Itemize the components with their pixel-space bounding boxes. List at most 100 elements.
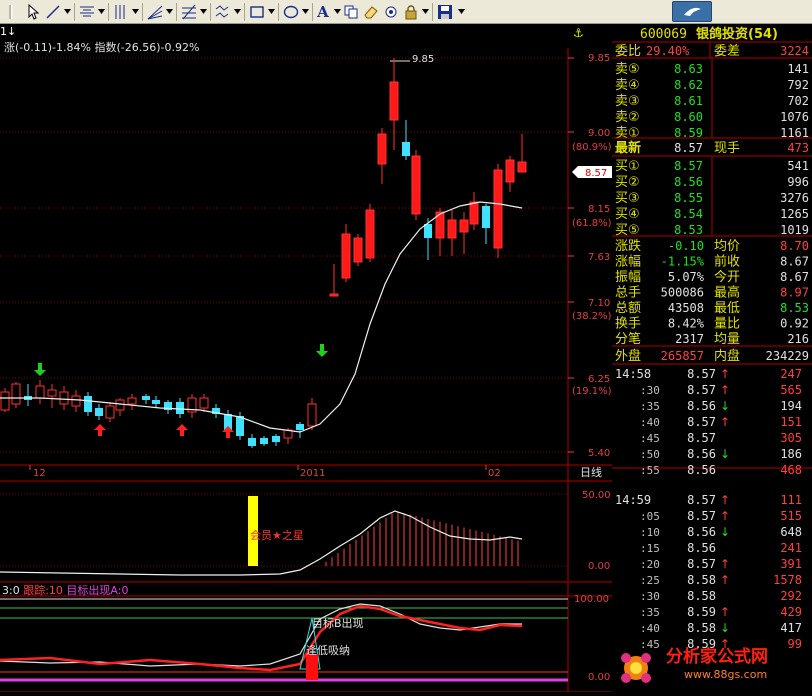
candle-body xyxy=(341,233,351,279)
pct-axis-label: (19.1%) xyxy=(572,386,612,397)
down-arrow-icon: ↓ xyxy=(720,447,730,461)
tick-price: 8.56 xyxy=(687,399,716,413)
price-axis-label: 7.63 xyxy=(588,252,610,263)
tick-price: 8.59 xyxy=(687,605,716,619)
candle-body xyxy=(424,224,432,238)
eraser-icon[interactable] xyxy=(362,3,380,20)
tick-price: 8.57 xyxy=(687,509,716,523)
tick-volume: 429 xyxy=(780,605,802,619)
book-price: 8.55 xyxy=(674,191,703,205)
ratio-value: 29.40% xyxy=(646,44,690,58)
up-arrow-icon: ↑ xyxy=(720,367,730,381)
indicator1-panel: 50.00 0.00 会员★之星 xyxy=(0,490,611,576)
candle-body xyxy=(402,142,410,156)
stat-value: 2317 xyxy=(675,332,704,346)
tick-price: 8.57 xyxy=(687,431,716,445)
stat-label: 总手 xyxy=(615,286,641,301)
tick-price: 8.58 xyxy=(687,573,716,587)
book-level-label: 卖④ xyxy=(615,78,640,93)
indicator1-axis-label: 0.00 xyxy=(588,561,610,572)
dropdown-icon[interactable] xyxy=(62,3,72,20)
period-label[interactable]: 日线 xyxy=(580,465,602,479)
book-volume: 3276 xyxy=(780,191,809,205)
tick-volume: 186 xyxy=(780,447,802,461)
pct-axis-label: (61.8%) xyxy=(572,218,612,229)
tick-volume: 111 xyxy=(780,493,802,507)
candle-body xyxy=(105,405,115,419)
tick-time: :10 xyxy=(640,526,660,539)
stat-label: 振幅 xyxy=(615,270,641,285)
candle-body xyxy=(115,399,125,411)
latest-label: 最新 xyxy=(615,140,641,156)
chart-area[interactable]: 1↓ 涨(-0.11)-1.84% 指数(-26.56)-0.92% ⚓ 9.8… xyxy=(0,24,612,693)
candle-body xyxy=(459,219,469,233)
book-price: 8.56 xyxy=(674,175,703,189)
book-volume: 1076 xyxy=(780,110,809,124)
settings-icon[interactable] xyxy=(382,3,400,20)
save-icon[interactable] xyxy=(436,3,454,20)
stat-value: 216 xyxy=(787,332,809,346)
candle-body xyxy=(142,396,150,400)
tick-volume: 151 xyxy=(780,415,802,429)
tick-time: :55 xyxy=(640,464,660,477)
candle-body xyxy=(0,391,10,411)
up-arrow-icon: ↑ xyxy=(720,605,730,619)
dropdown-icon[interactable] xyxy=(420,3,430,20)
vertical-lines-icon[interactable] xyxy=(112,3,130,20)
text-tool-icon[interactable]: A xyxy=(314,3,332,21)
indicator2-axis-label: 100.00 xyxy=(574,594,609,605)
tick-volume: 391 xyxy=(780,557,802,571)
tick-price: 8.57 xyxy=(687,367,716,381)
candle-body xyxy=(176,402,184,414)
stat-value: 5.07% xyxy=(668,270,705,284)
dropdown-icon[interactable] xyxy=(266,3,276,20)
app-logo-button[interactable] xyxy=(672,1,712,22)
quote-panel: 600069 银鸽投资(54) 委比 29.40% 委差 3224 卖⑤ 8.63… xyxy=(612,24,812,692)
stat-label: 均价 xyxy=(714,239,740,254)
pct-axis-label: (80.9%) xyxy=(572,142,612,153)
fan-lines-icon[interactable] xyxy=(146,3,164,20)
hand-label: 现手 xyxy=(714,141,740,156)
copy-icon[interactable] xyxy=(342,3,360,20)
wave-tool-icon[interactable] xyxy=(214,3,232,20)
price-axis-label: 5.40 xyxy=(588,448,610,459)
up-arrow-icon: ↑ xyxy=(720,493,730,507)
dropdown-icon[interactable] xyxy=(456,3,466,20)
candle-body xyxy=(447,219,457,239)
outer-label: 外盘 xyxy=(615,348,641,364)
line-tool-icon[interactable] xyxy=(44,3,62,20)
candle-body xyxy=(71,395,81,407)
book-price: 8.53 xyxy=(674,223,703,237)
rectangle-icon[interactable] xyxy=(248,3,266,20)
dropdown-icon[interactable] xyxy=(198,3,208,20)
price-axis-label: 6.25 xyxy=(588,374,610,385)
parallel-lines-icon[interactable] xyxy=(78,3,96,20)
anchor-icon[interactable]: ⚓ xyxy=(573,26,584,40)
dropdown-icon[interactable] xyxy=(232,3,242,20)
candle-body xyxy=(389,81,399,121)
dropdown-icon[interactable] xyxy=(164,3,174,20)
candle-body xyxy=(353,237,363,263)
stat-value: 500086 xyxy=(661,286,704,300)
stat-label: 均量 xyxy=(714,332,740,347)
diff-label: 委差 xyxy=(714,44,740,59)
tick-volume: 194 xyxy=(780,399,802,413)
grid-lines-icon[interactable] xyxy=(180,3,198,20)
sell-arrow-icon xyxy=(316,344,328,357)
candle-body xyxy=(47,389,57,397)
dropdown-icon[interactable] xyxy=(130,3,140,20)
candle-body xyxy=(307,403,317,427)
tick-volume: 247 xyxy=(780,367,802,381)
ellipse-icon[interactable] xyxy=(282,3,300,20)
dropdown-icon[interactable] xyxy=(96,3,106,20)
candle-body xyxy=(469,201,479,225)
book-level-label: 买① xyxy=(615,159,640,174)
down-arrow-icon: ↓ xyxy=(720,399,730,413)
tick-volume: 241 xyxy=(780,541,802,555)
toolbar-grip xyxy=(4,3,18,20)
indicator2-header: 3:0 跟踪:10 目标出现A:0 xyxy=(2,583,128,597)
dropdown-icon[interactable] xyxy=(300,3,310,20)
cursor-icon[interactable] xyxy=(24,3,42,20)
dropdown-icon[interactable] xyxy=(332,3,342,20)
lock-icon[interactable] xyxy=(402,3,420,20)
